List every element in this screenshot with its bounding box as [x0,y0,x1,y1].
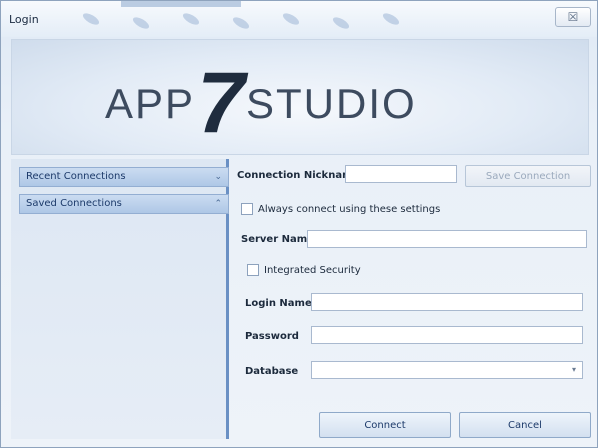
nickname-label: Connection Nickname [237,170,360,181]
app-logo: APP 7 STUDIO [105,55,417,151]
integrated-security-checkbox[interactable] [247,264,259,276]
title-bar[interactable]: Login ☒ [1,1,597,37]
integrated-security-row[interactable]: Integrated Security [247,262,361,278]
brand-banner: APP 7 STUDIO [11,39,589,155]
save-connection-button[interactable]: Save Connection [465,165,591,187]
database-label: Database [245,366,299,377]
login-name-input[interactable] [311,293,583,311]
title-bar-decoration [82,1,400,29]
password-input[interactable] [311,326,583,344]
logo-text-right: STUDIO [246,80,417,127]
window-title: Login [9,13,39,26]
always-connect-checkbox[interactable] [241,203,253,215]
sidebar-item-label: Recent Connections [26,171,126,182]
logo-seven: 7 [197,55,249,151]
sidebar-item-recent-connections[interactable]: Recent Connections ⌄ [19,167,229,187]
cancel-button[interactable]: Cancel [459,412,591,438]
login-name-label: Login Name [245,298,312,309]
password-label: Password [245,331,299,342]
connections-sidebar: Recent Connections ⌄ Saved Connections ⌃ [11,159,229,439]
login-window: Login ☒ APP 7 STUDIO Recent Connections … [0,0,598,448]
always-connect-label: Always connect using these settings [258,203,441,215]
database-select[interactable]: ▾ [311,361,583,379]
chevron-down-icon[interactable]: ⌄ [214,168,222,186]
server-name-label: Server Name [241,234,314,245]
server-name-input[interactable] [307,230,587,248]
chevron-up-icon[interactable]: ⌃ [214,195,222,213]
dropdown-arrow-icon[interactable]: ▾ [568,362,580,378]
sidebar-item-label: Saved Connections [26,198,122,209]
always-connect-row[interactable]: Always connect using these settings [241,201,440,217]
close-icon: ☒ [567,10,579,24]
logo-text-left: APP [105,80,195,127]
connect-button[interactable]: Connect [319,412,451,438]
close-button[interactable]: ☒ [555,7,591,27]
sidebar-item-saved-connections[interactable]: Saved Connections ⌃ [19,194,229,214]
integrated-security-label: Integrated Security [264,264,361,276]
nickname-input[interactable] [345,165,457,183]
